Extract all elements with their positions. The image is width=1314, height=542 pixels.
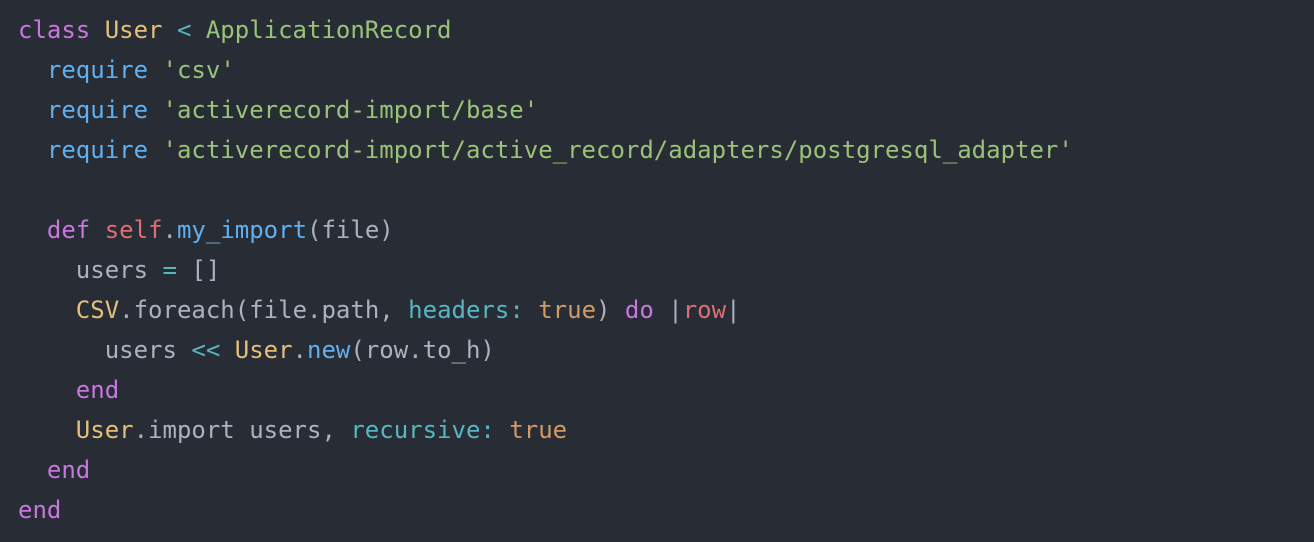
keyword-require: require <box>47 136 148 164</box>
method-new: new <box>307 336 350 364</box>
lparen: ( <box>235 296 249 324</box>
dot: . <box>408 336 422 364</box>
string-import-pg: 'activerecord-import/active_record/adapt… <box>163 136 1073 164</box>
literal-true: true <box>538 296 596 324</box>
space <box>148 136 162 164</box>
space <box>90 16 104 44</box>
param-file: file <box>249 296 307 324</box>
keyword-end: end <box>76 376 119 404</box>
keyword-class: class <box>18 16 90 44</box>
keyword-require: require <box>47 56 148 84</box>
space <box>495 416 509 444</box>
var-users: users <box>76 256 148 284</box>
method-foreach: foreach <box>134 296 235 324</box>
method-import: import <box>148 416 235 444</box>
rparen: ) <box>596 296 610 324</box>
space <box>524 296 538 324</box>
param-file: file <box>321 216 379 244</box>
keyword-def: def <box>47 216 90 244</box>
dot: . <box>307 296 321 324</box>
dot: . <box>134 416 148 444</box>
keyword-self: self <box>105 216 163 244</box>
var-row: row <box>365 336 408 364</box>
string-csv: 'csv' <box>163 56 235 84</box>
symbol-recursive: recursive: <box>350 416 495 444</box>
keyword-require: require <box>47 96 148 124</box>
class-name-app-record: ApplicationRecord <box>206 16 452 44</box>
space <box>610 296 624 324</box>
space <box>148 96 162 124</box>
operator-eq: = <box>148 256 191 284</box>
space <box>235 416 249 444</box>
rparen: ) <box>379 216 393 244</box>
empty-array: [] <box>191 256 220 284</box>
var-users: users <box>105 336 177 364</box>
const-csv: CSV <box>76 296 119 324</box>
keyword-do: do <box>625 296 654 324</box>
comma: , <box>379 296 408 324</box>
rparen: ) <box>480 336 494 364</box>
var-users: users <box>249 416 321 444</box>
string-import-base: 'activerecord-import/base' <box>163 96 539 124</box>
lparen: ( <box>350 336 364 364</box>
space <box>148 56 162 84</box>
dot: . <box>293 336 307 364</box>
literal-true: true <box>509 416 567 444</box>
method-to-h: to_h <box>423 336 481 364</box>
class-name-user: User <box>76 416 134 444</box>
operator-push: << <box>177 336 235 364</box>
symbol-headers: headers: <box>408 296 524 324</box>
dot: . <box>119 296 133 324</box>
code-block: class User < ApplicationRecord require '… <box>0 0 1314 540</box>
method-path: path <box>321 296 379 324</box>
dot: . <box>163 216 177 244</box>
operator-lt: < <box>163 16 206 44</box>
class-name-user: User <box>235 336 293 364</box>
method-my-import: my_import <box>177 216 307 244</box>
comma: , <box>321 416 350 444</box>
space <box>90 216 104 244</box>
class-name-user: User <box>105 16 163 44</box>
pipe: | <box>726 296 740 324</box>
space <box>654 296 668 324</box>
pipe: | <box>668 296 682 324</box>
keyword-end: end <box>47 456 90 484</box>
block-var-row: row <box>683 296 726 324</box>
lparen: ( <box>307 216 321 244</box>
keyword-end: end <box>18 496 61 524</box>
